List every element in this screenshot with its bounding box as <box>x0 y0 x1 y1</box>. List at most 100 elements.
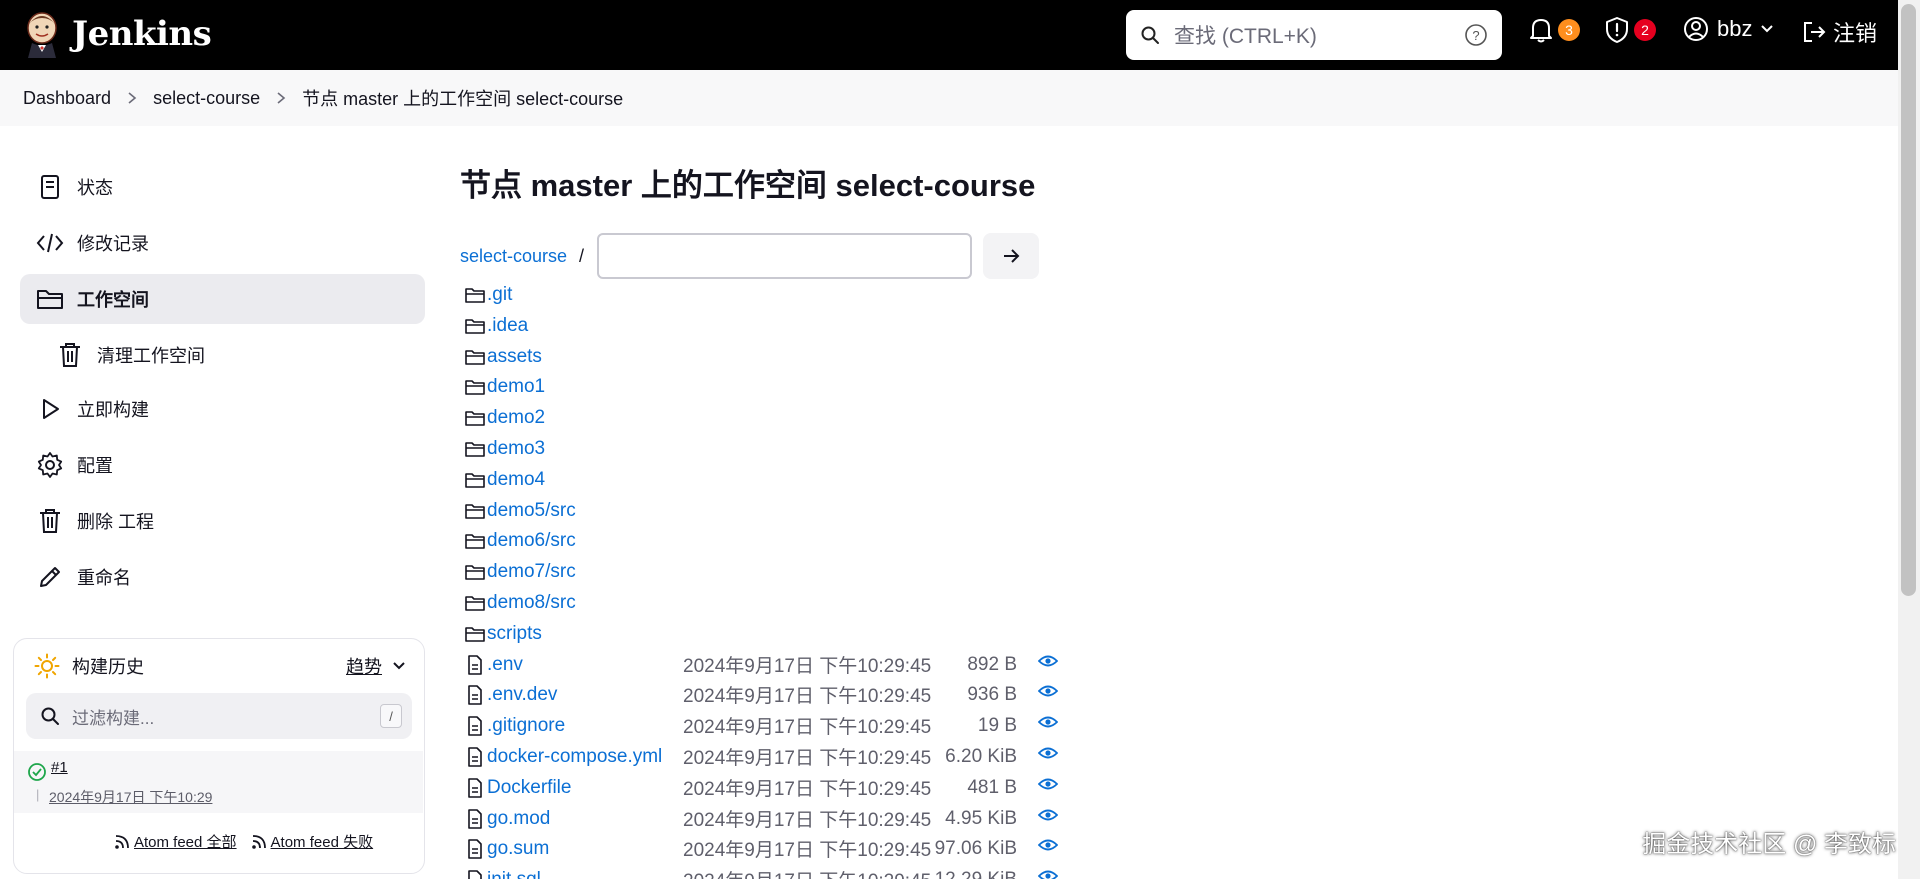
folder-row[interactable]: demo1 <box>463 371 545 402</box>
logout-label: 注销 <box>1833 21 1878 46</box>
file-row[interactable]: go.mod <box>463 803 550 834</box>
file-date: 2024年9月17日 下午10:29:45 <box>683 779 932 800</box>
breadcrumb-workspace[interactable]: 节点 master 上的工作空间 select-course <box>302 85 623 111</box>
view-eye-icon[interactable] <box>1038 675 1058 706</box>
sidebar-item-changes[interactable]: 修改记录 <box>20 218 425 268</box>
folder-row[interactable]: demo7/src <box>463 556 576 587</box>
file-link[interactable]: .env.dev <box>487 684 557 706</box>
file-link[interactable]: init.sql <box>487 869 541 879</box>
folder-link[interactable]: scripts <box>487 623 542 645</box>
folder-link[interactable]: demo3 <box>487 438 545 460</box>
build-time-link[interactable]: 2024年9月17日 下午10:29 <box>49 787 212 807</box>
breadcrumb-dashboard[interactable]: Dashboard <box>23 88 111 109</box>
folder-row[interactable]: demo4 <box>463 464 545 495</box>
atom-feed-all-link[interactable]: Atom feed 全部 <box>114 831 237 852</box>
view-eye-icon[interactable] <box>1038 706 1058 737</box>
file-row[interactable]: init.sql <box>463 864 541 879</box>
folder-link[interactable]: demo5/src <box>487 500 576 522</box>
folder-link[interactable]: demo4 <box>487 469 545 491</box>
folder-row[interactable]: demo2 <box>463 402 545 433</box>
folder-row[interactable]: demo8/src <box>463 587 576 618</box>
sidebar-item-wipe-workspace[interactable]: 清理工作空间 <box>40 330 425 380</box>
file-link[interactable]: go.sum <box>487 838 549 860</box>
jenkins-logo[interactable]: Jenkins <box>22 10 212 58</box>
watermark: 掘金技术社区 @ 李致标 <box>1642 831 1896 858</box>
file-link[interactable]: docker-compose.yml <box>487 746 662 768</box>
folder-row[interactable]: .idea <box>463 310 528 341</box>
file-row[interactable]: .env.dev <box>463 679 557 710</box>
folder-link[interactable]: demo6/src <box>487 530 576 552</box>
folder-link[interactable]: .idea <box>487 315 528 337</box>
bell-icon <box>1530 19 1552 43</box>
file-link[interactable]: Dockerfile <box>487 777 571 799</box>
folder-link[interactable]: demo2 <box>487 407 545 429</box>
search-input[interactable]: 查找 (CTRL+K) <box>1174 20 1464 50</box>
go-button[interactable] <box>983 233 1039 279</box>
folder-link[interactable]: demo7/src <box>487 561 576 583</box>
file-row[interactable]: go.sum <box>463 833 549 864</box>
folder-link[interactable]: .git <box>487 284 512 306</box>
global-search[interactable]: 查找 (CTRL+K) ? <box>1126 10 1502 60</box>
path-root-link[interactable]: select-course <box>460 233 567 279</box>
svg-text:?: ? <box>1472 28 1479 43</box>
sidebar-item-workspace[interactable]: 工作空间 <box>20 274 425 324</box>
folder-link[interactable]: assets <box>487 346 542 368</box>
build-row[interactable]: #1 | 2024年9月17日 下午10:29 <box>14 751 423 813</box>
build-number-link[interactable]: #1 <box>51 759 68 776</box>
sidebar-item-label: 修改记录 <box>77 234 149 254</box>
scrollbar[interactable] <box>1898 0 1920 879</box>
trend-link[interactable]: 趋势 <box>346 653 406 679</box>
folder-row[interactable]: demo3 <box>463 433 545 464</box>
file-row[interactable]: .gitignore <box>463 710 565 741</box>
file-link[interactable]: go.mod <box>487 808 550 830</box>
folder-icon <box>463 468 487 492</box>
folder-icon <box>463 591 487 615</box>
folder-icon <box>463 560 487 584</box>
file-date: 2024年9月17日 下午10:29:45 <box>683 717 932 738</box>
file-link[interactable]: .env <box>487 654 523 676</box>
scrollbar-thumb[interactable] <box>1901 4 1916 596</box>
path-input[interactable] <box>597 233 972 279</box>
folder-row[interactable]: demo5/src <box>463 495 576 526</box>
user-menu[interactable]: bbz <box>1683 16 1774 42</box>
file-size: 936 B <box>967 683 1017 705</box>
folder-row[interactable]: .git <box>463 279 512 310</box>
build-filter-input[interactable]: 过滤构建... / <box>26 693 412 739</box>
breadcrumb-project[interactable]: select-course <box>153 88 260 109</box>
view-eye-icon[interactable] <box>1038 768 1058 799</box>
atom-feed-failed-link[interactable]: Atom feed 失败 <box>251 831 373 852</box>
notifications-badge: 3 <box>1558 19 1580 41</box>
file-row[interactable]: docker-compose.yml <box>463 741 662 772</box>
sidebar-item-label: 工作空间 <box>77 290 149 310</box>
pencil-icon <box>36 563 64 591</box>
view-eye-icon[interactable] <box>1038 799 1058 830</box>
security-button[interactable]: 2 <box>1604 16 1656 44</box>
folder-link[interactable]: demo8/src <box>487 592 576 614</box>
file-row[interactable]: Dockerfile <box>463 772 571 803</box>
folder-row[interactable]: scripts <box>463 618 542 649</box>
help-icon[interactable]: ? <box>1464 23 1488 47</box>
file-row[interactable]: .env <box>463 649 523 680</box>
folder-row[interactable]: assets <box>463 341 542 372</box>
sidebar-item-build-now[interactable]: 立即构建 <box>20 384 425 434</box>
view-eye-icon[interactable] <box>1038 860 1058 879</box>
sidebar-item-delete-project[interactable]: 删除 工程 <box>20 496 425 546</box>
folder-link[interactable]: demo1 <box>487 376 545 398</box>
folder-icon <box>463 345 487 369</box>
chevron-down-icon <box>393 662 405 670</box>
view-eye-icon[interactable] <box>1038 645 1058 676</box>
user-icon <box>1684 17 1708 41</box>
path-separator: / <box>579 246 585 266</box>
file-size: 6.20 KiB <box>945 745 1017 767</box>
view-eye-icon[interactable] <box>1038 737 1058 768</box>
file-icon <box>463 807 487 831</box>
notifications-button[interactable]: 3 <box>1528 16 1580 44</box>
view-eye-icon[interactable] <box>1038 829 1058 860</box>
folder-row[interactable]: demo6/src <box>463 525 576 556</box>
file-link[interactable]: .gitignore <box>487 715 565 737</box>
sidebar-item-rename[interactable]: 重命名 <box>20 552 425 602</box>
file-size: 12.29 KiB <box>934 868 1017 879</box>
logout-button[interactable]: 注销 <box>1801 16 1877 48</box>
sidebar-item-configure[interactable]: 配置 <box>20 440 425 490</box>
sidebar-item-status[interactable]: 状态 <box>20 162 425 212</box>
